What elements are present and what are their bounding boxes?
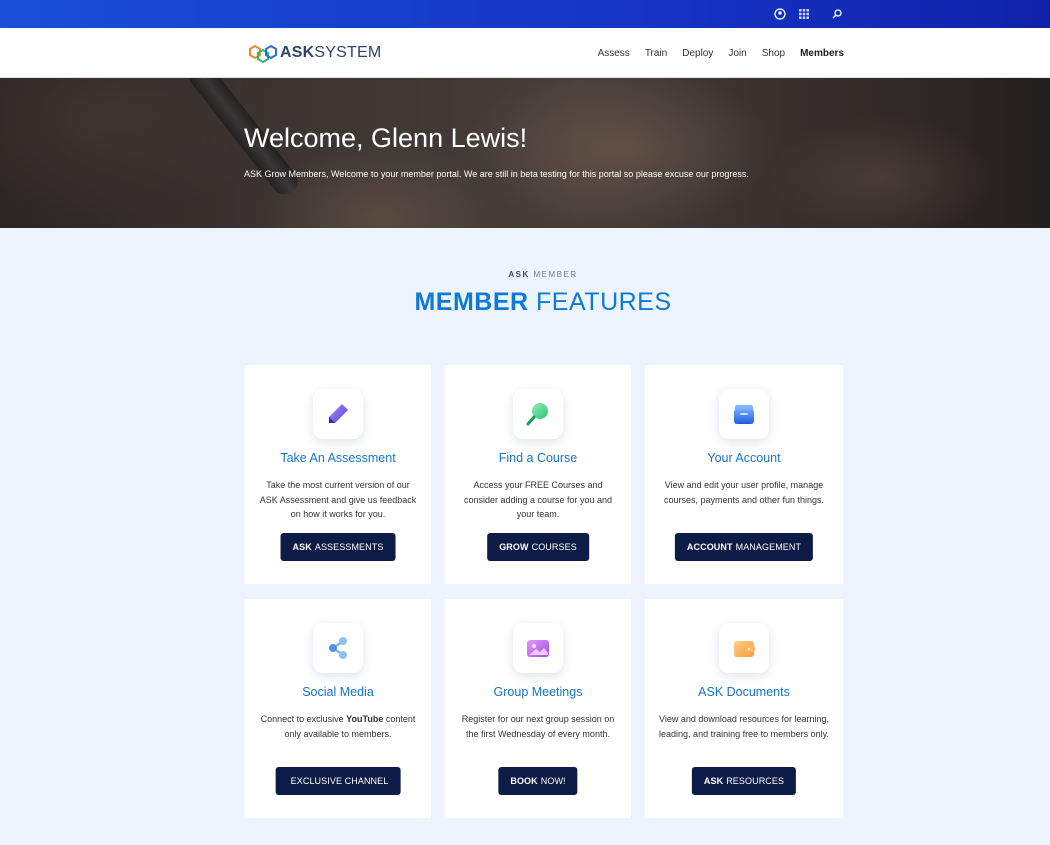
nav-deploy[interactable]: Deploy xyxy=(682,48,713,59)
card-take-assessment: Take An Assessment Take the most current… xyxy=(245,365,431,584)
card-group-meetings: Group Meetings Register for our next gro… xyxy=(445,599,631,818)
welcome-subtitle: ASK Grow Members, Welcome to your member… xyxy=(244,169,749,179)
book-now-button[interactable]: BOOK NOW! xyxy=(498,767,578,795)
top-bar xyxy=(0,0,1050,28)
share-icon xyxy=(313,623,363,673)
card-description: Register for our next group session on t… xyxy=(461,714,615,739)
grow-courses-button[interactable]: GROW COURSES xyxy=(487,533,589,561)
main-nav: Assess Train Deploy Join Shop Members xyxy=(583,28,844,78)
card-description: View and download resources for learning… xyxy=(659,714,829,739)
hexagon-logo-icon xyxy=(249,44,277,64)
account-management-button[interactable]: ACCOUNT MANAGEMENT xyxy=(674,533,814,561)
welcome-title: Welcome, Glenn Lewis! xyxy=(244,123,528,153)
card-description: Take the most current version of our ASK… xyxy=(259,480,417,519)
card-social-media: Social Media Connect to exclusive YouTub… xyxy=(245,599,431,818)
nav-members[interactable]: Members xyxy=(800,48,844,59)
card-description: Access your FREE Courses and consider ad… xyxy=(463,480,613,519)
card-title: Your Account xyxy=(707,451,781,465)
pencil-icon xyxy=(313,389,363,439)
magnifier-icon xyxy=(513,389,563,439)
section-title: MEMBER FEATURES xyxy=(414,288,672,316)
card-title: Group Meetings xyxy=(493,685,583,699)
card-title: Find a Course xyxy=(498,451,578,465)
nav-join[interactable]: Join xyxy=(728,48,746,59)
site-header: ASKSYSTEM Assess Train Deploy Join Shop … xyxy=(0,28,1050,78)
card-ask-documents: ASK Documents View and download resource… xyxy=(645,599,843,818)
ask-assessments-button[interactable]: ASK ASSESSMENTS xyxy=(280,533,396,561)
section-eyebrow: ASK MEMBER xyxy=(508,270,578,279)
logo-wordmark: ASKSYSTEM xyxy=(280,44,382,61)
wallet-icon xyxy=(719,623,769,673)
card-title: Take An Assessment xyxy=(280,451,396,465)
card-description: View and edit your user profile, manage … xyxy=(663,480,825,505)
card-your-account: Your Account View and edit your user pro… xyxy=(645,365,843,584)
nav-shop[interactable]: Shop xyxy=(762,48,785,59)
grid-icon[interactable] xyxy=(797,7,811,21)
user-circle-icon[interactable] xyxy=(773,7,787,21)
ask-resources-button[interactable]: ASK RESOURCES xyxy=(691,767,797,795)
nav-train[interactable]: Train xyxy=(645,48,667,59)
card-description: Connect to exclusive YouTube content onl… xyxy=(260,714,416,739)
exclusive-channel-button[interactable]: EXCLUSIVE CHANNEL xyxy=(275,767,401,795)
nav-assess[interactable]: Assess xyxy=(598,48,630,59)
ask-system-logo[interactable]: ASKSYSTEM xyxy=(248,40,381,66)
image-icon xyxy=(513,623,563,673)
card-find-course: Find a Course Access your FREE Courses a… xyxy=(445,365,631,584)
inbox-icon xyxy=(719,389,769,439)
search-icon[interactable] xyxy=(830,7,844,21)
card-title: ASK Documents xyxy=(698,685,790,699)
card-title: Social Media xyxy=(302,685,374,699)
hero-banner: Welcome, Glenn Lewis! ASK Grow Members, … xyxy=(0,78,1050,228)
